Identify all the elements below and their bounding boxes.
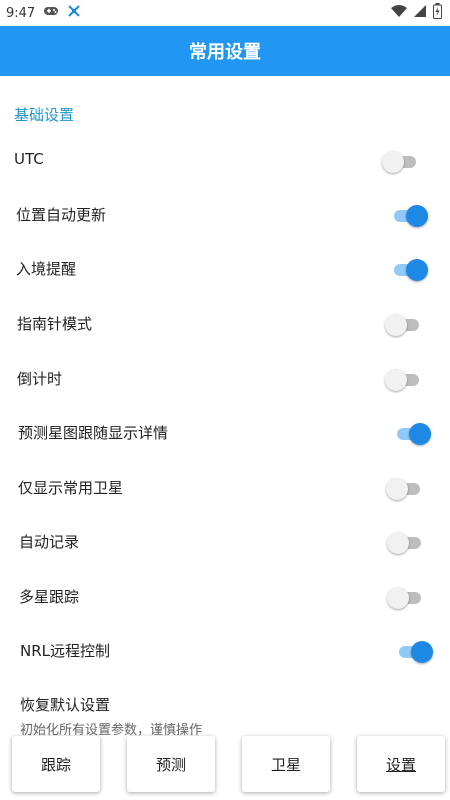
setting-label: 倒计时 <box>17 370 63 388</box>
setting-row-nrl-remote: NRL远程控制 <box>0 624 450 678</box>
compass-mode-toggle[interactable] <box>385 313 421 337</box>
entry-reminder-toggle[interactable] <box>392 258 428 282</box>
setting-row-common-satellites: 仅显示常用卫星 <box>0 461 450 515</box>
setting-row-utc: UTC <box>0 134 450 188</box>
setting-row-auto-record: 自动记录 <box>0 515 450 569</box>
nav-satellite-button[interactable]: 卫星 <box>242 736 330 792</box>
bottom-nav: 跟踪 预测 卫星 设置 <box>0 734 450 800</box>
setting-label: 位置自动更新 <box>16 206 107 224</box>
nav-label: 卫星 <box>270 755 301 774</box>
countdown-toggle[interactable] <box>385 368 421 392</box>
nav-settings-button[interactable]: 设置 <box>357 736 445 792</box>
setting-label: 自动记录 <box>19 533 80 551</box>
setting-label: 指南针模式 <box>17 315 93 333</box>
wifi-icon <box>391 4 407 22</box>
setting-label: NRL远程控制 <box>20 642 111 660</box>
restore-defaults-title: 恢复默认设置 <box>20 696 111 714</box>
forecast-details-toggle[interactable] <box>395 422 431 446</box>
multi-satellite-toggle[interactable] <box>387 586 423 610</box>
page-title: 常用设置 <box>189 42 261 63</box>
nav-tracking-button[interactable]: 跟踪 <box>12 736 100 792</box>
status-time: 9:47 <box>6 5 36 21</box>
setting-label: 多星跟踪 <box>19 588 80 606</box>
app-bar: 常用设置 <box>0 26 450 76</box>
satellite-app-icon <box>67 4 81 22</box>
setting-row-countdown: 倒计时 <box>0 352 450 406</box>
nav-label: 预测 <box>155 755 186 774</box>
nrl-remote-toggle[interactable] <box>397 640 433 664</box>
status-bar: 9:47 <box>0 0 450 26</box>
setting-row-location-auto-update: 位置自动更新 <box>0 188 450 242</box>
setting-label: 入境提醒 <box>16 260 77 278</box>
status-icons <box>391 3 442 23</box>
setting-row-compass-mode: 指南针模式 <box>0 297 450 351</box>
nav-label: 设置 <box>385 755 416 774</box>
restore-defaults-item[interactable]: 恢复默认设置 初始化所有设置参数，谨慎操作 <box>20 694 202 738</box>
gamepad-icon <box>43 5 59 21</box>
nav-forecast-button[interactable]: 预测 <box>127 736 215 792</box>
nav-label: 跟踪 <box>40 755 71 774</box>
auto-record-toggle[interactable] <box>387 531 423 555</box>
setting-label: 预测星图跟随显示详情 <box>18 424 169 442</box>
battery-icon <box>433 3 442 23</box>
setting-label: 仅显示常用卫星 <box>18 479 124 497</box>
location-auto-update-toggle[interactable] <box>392 204 428 228</box>
setting-row-multi-satellite: 多星跟踪 <box>0 570 450 624</box>
setting-label: UTC <box>14 150 44 168</box>
setting-row-entry-reminder: 入境提醒 <box>0 242 450 296</box>
section-header: 基础设置 <box>14 106 75 124</box>
signal-icon <box>413 4 427 22</box>
utc-toggle[interactable] <box>382 150 418 174</box>
common-satellites-toggle[interactable] <box>386 477 422 501</box>
setting-row-forecast-details: 预测星图跟随显示详情 <box>0 406 450 460</box>
